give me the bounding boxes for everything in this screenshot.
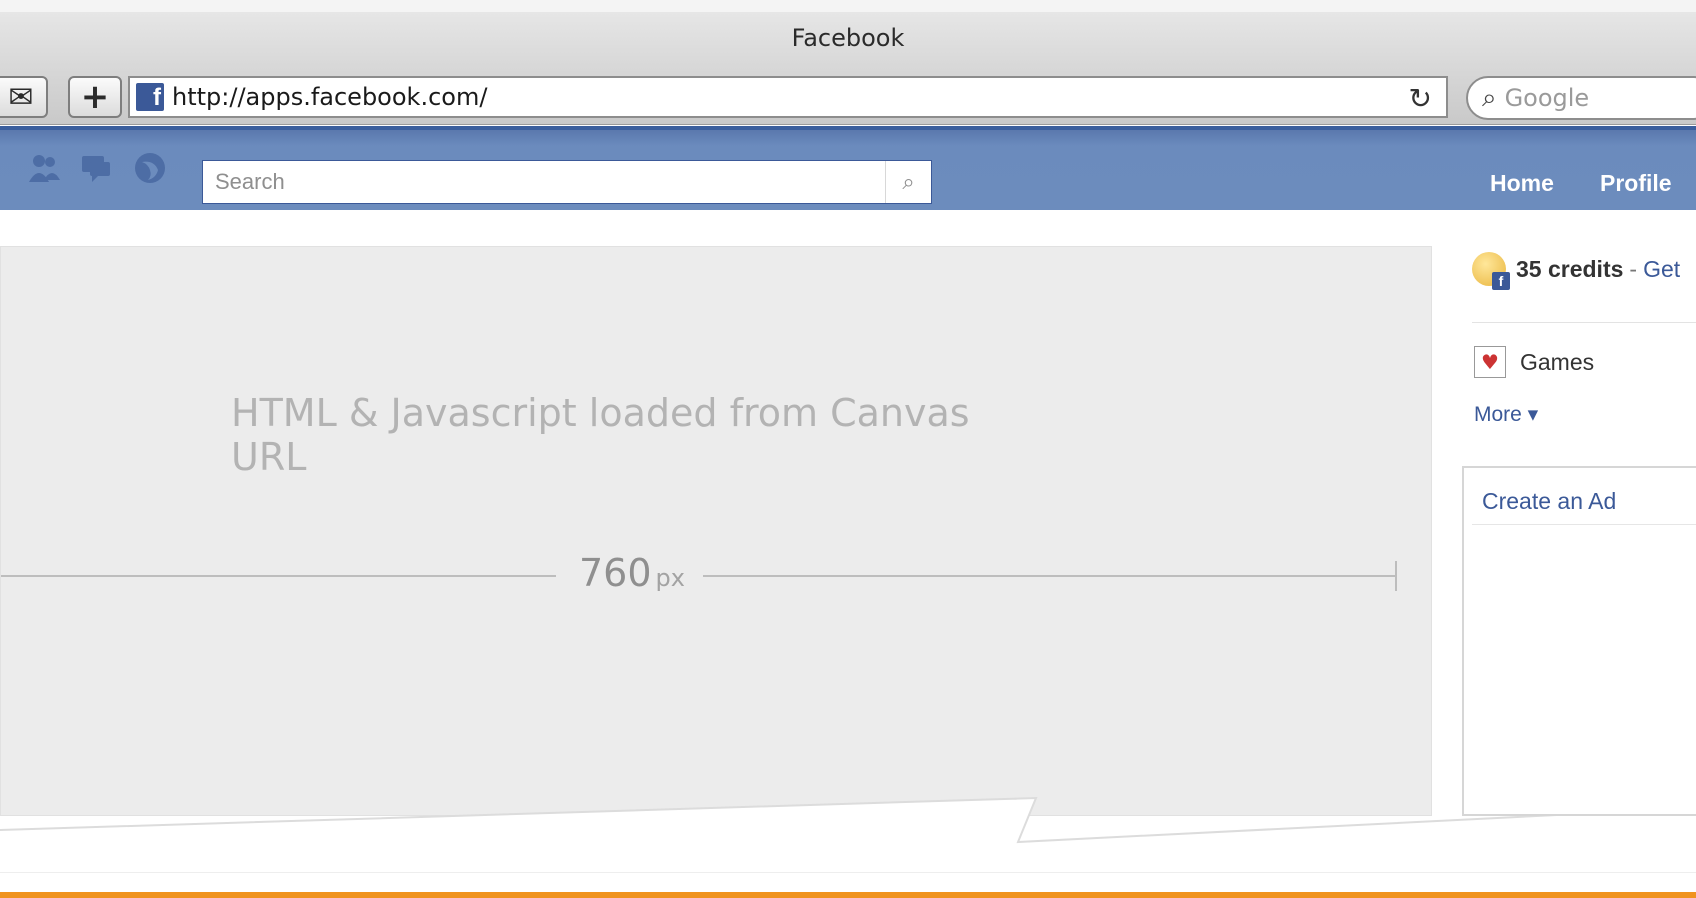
messages-icon[interactable]	[76, 150, 116, 190]
facebook-favicon-icon: f	[136, 83, 164, 111]
reload-icon[interactable]: ↻	[1409, 82, 1432, 115]
canvas-caption: HTML & Javascript loaded from Canvas URL	[231, 391, 970, 479]
width-measure-line-right	[703, 575, 1397, 577]
credits-coin-icon: f	[1472, 252, 1510, 290]
facebook-search-placeholder: Search	[215, 169, 285, 194]
notifications-icon[interactable]	[130, 150, 170, 190]
credits-balance: 35 credits	[1516, 255, 1624, 282]
magnifier-icon[interactable]: ⌕	[1482, 83, 1497, 114]
mail-button[interactable]: ✉	[0, 76, 48, 118]
facebook-top-bar: Search ⌕ Home Profile	[0, 126, 1696, 210]
search-icon[interactable]: ⌕	[885, 161, 931, 203]
more-link[interactable]: More ▾	[1474, 402, 1538, 427]
ads-box: Create an Ad	[1462, 466, 1696, 816]
mail-icon: ✉	[8, 79, 34, 115]
width-measure-end-tick	[1395, 561, 1397, 591]
create-ad-link[interactable]: Create an Ad	[1482, 488, 1616, 515]
url-text[interactable]: http://apps.facebook.com/	[172, 83, 487, 111]
sidebar-item-label: Games	[1520, 348, 1595, 375]
canvas-width-label: 760 px	[579, 551, 685, 595]
get-credits-link[interactable]: Get	[1643, 256, 1680, 283]
sidebar-divider	[1472, 322, 1696, 323]
nav-home-link[interactable]: Home	[1490, 170, 1554, 197]
address-bar[interactable]: f http://apps.facebook.com/ ↻	[128, 76, 1448, 118]
canvas-width-value: 760	[579, 551, 652, 595]
app-canvas-area: HTML & Javascript loaded from Canvas URL…	[0, 246, 1432, 816]
credits-separator: -	[1629, 255, 1638, 282]
browser-search-field[interactable]: ⌕ Google	[1466, 76, 1696, 120]
plus-icon: +	[80, 77, 110, 117]
footer-divider	[0, 872, 1696, 873]
facebook-search-input[interactable]: Search ⌕	[202, 160, 932, 204]
ads-divider	[1472, 524, 1696, 525]
add-bookmark-button[interactable]: +	[68, 76, 122, 118]
browser-chrome: Facebook ✉ + f http://apps.facebook.com/…	[0, 0, 1696, 125]
credits-row: f 35 credits - Get	[1472, 252, 1680, 290]
width-measure-line-left	[1, 575, 556, 577]
sidebar-item-games[interactable]: ♥ Games	[1474, 346, 1594, 378]
nav-profile-link[interactable]: Profile	[1600, 170, 1672, 197]
accent-bar	[0, 892, 1696, 898]
friends-icon[interactable]	[24, 150, 64, 190]
playing-cards-icon: ♥	[1474, 346, 1506, 378]
browser-search-placeholder: Google	[1504, 84, 1590, 112]
window-title: Facebook	[791, 24, 905, 52]
canvas-width-unit: px	[655, 564, 685, 592]
torn-edge-shape	[0, 796, 1696, 870]
